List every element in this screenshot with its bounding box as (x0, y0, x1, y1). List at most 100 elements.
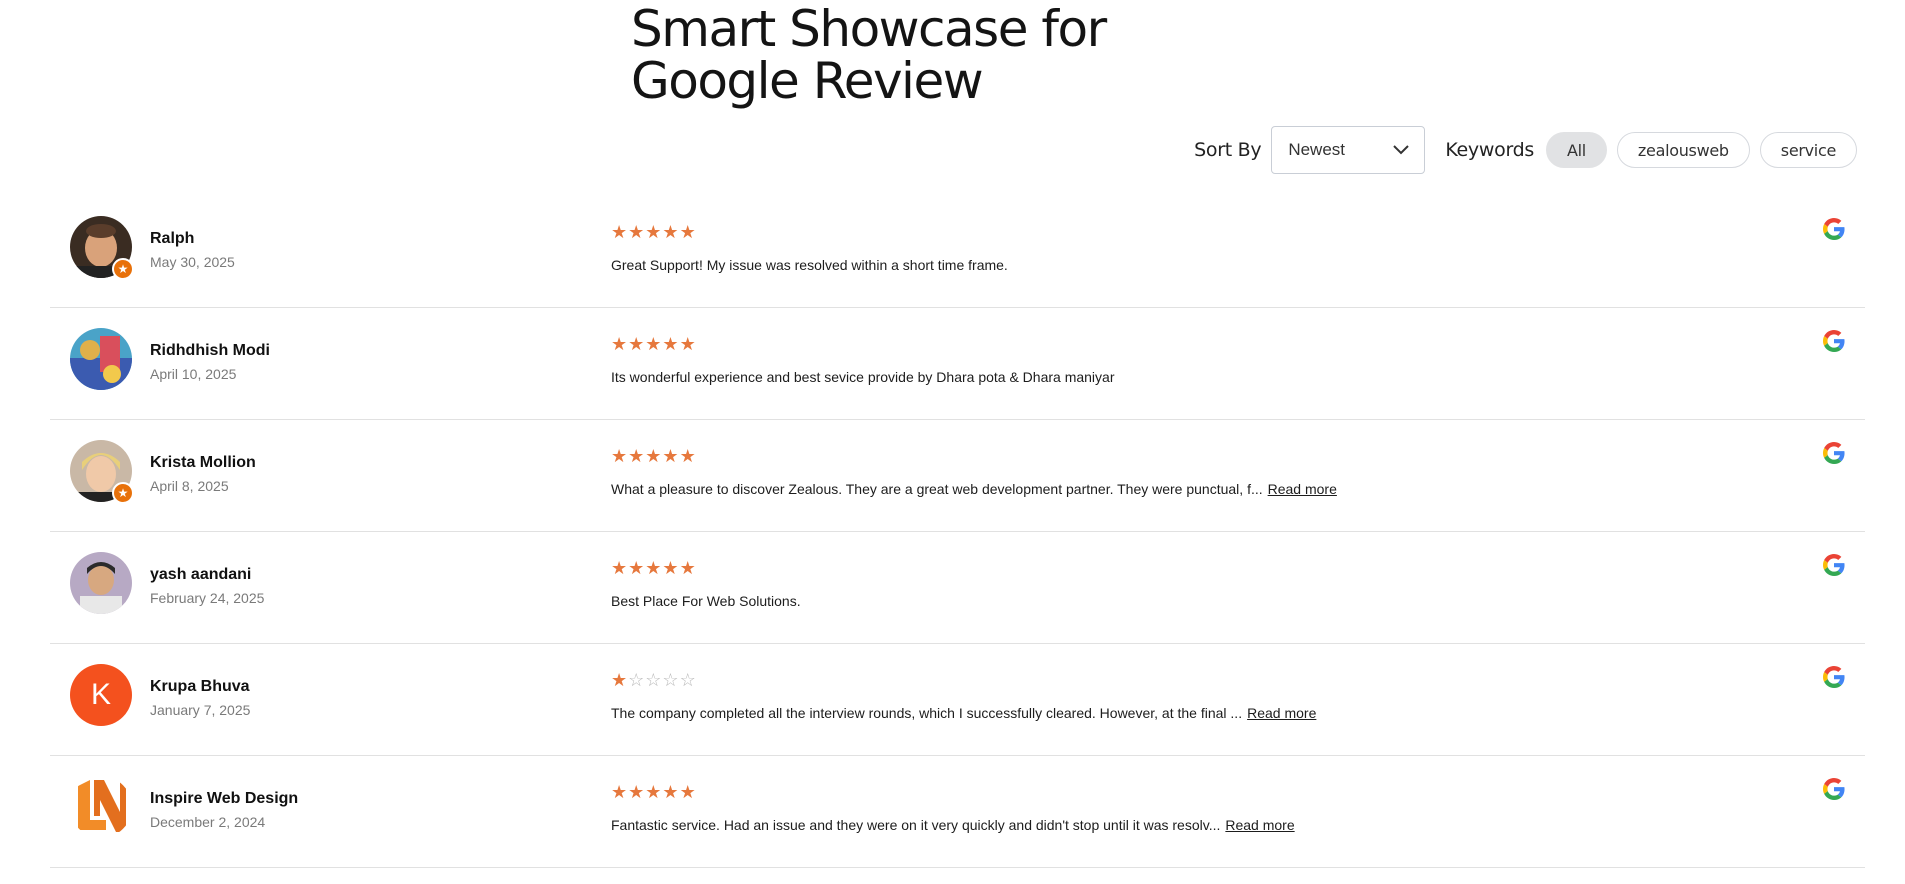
star-filled-icon: ★ (645, 782, 663, 802)
review-text: Its wonderful experience and best sevice… (611, 369, 1115, 385)
star-rating: ★★★★★ (611, 446, 697, 467)
review-date: February 24, 2025 (150, 590, 265, 606)
google-icon[interactable] (1823, 218, 1845, 240)
review-date: May 30, 2025 (150, 254, 235, 270)
star-filled-icon: ★ (662, 446, 680, 466)
sort-selected-value: Newest (1288, 140, 1346, 159)
star-filled-icon: ★ (662, 334, 680, 354)
star-filled-icon: ★ (645, 558, 663, 578)
star-filled-icon: ★ (628, 446, 646, 466)
read-more-link[interactable]: Read more (1225, 817, 1294, 833)
star-filled-icon: ★ (611, 334, 629, 354)
star-rating: ★★★★★ (611, 334, 697, 355)
local-guide-badge-icon: ★ (112, 258, 134, 280)
local-guide-badge-icon: ★ (112, 482, 134, 504)
star-rating: ★★★★★ (611, 558, 697, 579)
avatar (70, 328, 132, 390)
reviewer-name: yash aandani (150, 566, 252, 583)
sort-by-label: Sort By (1194, 139, 1262, 161)
review-item: ★ Krista Mollion April 8, 2025 ★★★★★ Wha… (50, 420, 1865, 532)
star-filled-icon: ★ (645, 334, 663, 354)
read-more-link[interactable]: Read more (1268, 481, 1337, 497)
star-filled-icon: ★ (628, 782, 646, 802)
review-item: Ridhdhish Modi April 10, 2025 ★★★★★ Its … (50, 308, 1865, 420)
review-text-content: Fantastic service. Had an issue and they… (611, 817, 1221, 833)
review-item: ★ Ralph May 30, 2025 ★★★★★ Great Support… (50, 196, 1865, 308)
review-text: Great Support! My issue was resolved wit… (611, 257, 1008, 273)
star-filled-icon: ★ (611, 222, 629, 242)
review-text: What a pleasure to discover Zealous. The… (611, 481, 1337, 497)
keywords-label: Keywords (1445, 139, 1534, 161)
star-filled-icon: ★ (611, 782, 629, 802)
star-filled-icon: ★ (662, 782, 680, 802)
page-title-line-2: Google Review (631, 52, 984, 110)
google-icon[interactable] (1823, 442, 1845, 464)
star-filled-icon: ★ (679, 222, 697, 242)
avatar-letter: K (70, 664, 132, 726)
star-filled-icon: ★ (628, 334, 646, 354)
review-text: The company completed all the interview … (611, 705, 1316, 721)
star-filled-icon: ★ (679, 782, 697, 802)
reviewer-name: Inspire Web Design (150, 790, 299, 807)
read-more-link[interactable]: Read more (1247, 705, 1316, 721)
google-icon[interactable] (1823, 666, 1845, 688)
star-empty-icon: ☆ (679, 670, 697, 690)
review-text-content: Its wonderful experience and best sevice… (611, 369, 1115, 385)
review-item: Inspire Web Design December 2, 2024 ★★★★… (50, 756, 1865, 868)
star-filled-icon: ★ (611, 446, 629, 466)
star-filled-icon: ★ (628, 558, 646, 578)
review-text-content: What a pleasure to discover Zealous. The… (611, 481, 1263, 497)
chevron-down-icon (1393, 145, 1410, 155)
filter-bar: Sort By Newest Keywords All zealousweb s… (1194, 126, 1857, 174)
star-filled-icon: ★ (611, 558, 629, 578)
star-rating: ★★★★★ (611, 222, 697, 243)
star-filled-icon: ★ (645, 446, 663, 466)
avatar-photo (70, 552, 132, 614)
reviewer-name: Krupa Bhuva (150, 678, 250, 695)
star-filled-icon: ★ (679, 334, 697, 354)
star-filled-icon: ★ (611, 670, 629, 690)
avatar (70, 552, 132, 614)
star-empty-icon: ☆ (662, 670, 680, 690)
avatar (70, 776, 132, 838)
avatar-photo (70, 328, 132, 390)
star-filled-icon: ★ (662, 222, 680, 242)
review-item: yash aandani February 24, 2025 ★★★★★ Bes… (50, 532, 1865, 644)
star-empty-icon: ☆ (628, 670, 646, 690)
page-title: Smart Showcase for Google Review (631, 0, 1107, 110)
review-text-content: Best Place For Web Solutions. (611, 593, 801, 609)
review-date: April 10, 2025 (150, 366, 237, 382)
reviewer-name: Ridhdhish Modi (150, 342, 270, 359)
google-icon[interactable] (1823, 554, 1845, 576)
chip-service[interactable]: service (1759, 132, 1857, 168)
star-empty-icon: ☆ (645, 670, 663, 690)
review-text: Fantastic service. Had an issue and they… (611, 817, 1295, 833)
avatar: K (70, 664, 132, 726)
review-item: K Krupa Bhuva January 7, 2025 ★☆☆☆☆ The … (50, 644, 1865, 756)
inspire-logo-icon (70, 776, 132, 838)
star-rating: ★★★★★ (611, 782, 697, 803)
reviewer-name: Krista Mollion (150, 454, 256, 471)
star-filled-icon: ★ (679, 558, 697, 578)
star-filled-icon: ★ (662, 558, 680, 578)
avatar: ★ (70, 440, 134, 504)
google-icon[interactable] (1823, 778, 1845, 800)
star-rating: ★☆☆☆☆ (611, 670, 697, 691)
star-filled-icon: ★ (645, 222, 663, 242)
reviewer-name: Ralph (150, 230, 195, 247)
review-text-content: Great Support! My issue was resolved wit… (611, 257, 1008, 273)
review-date: December 2, 2024 (150, 814, 266, 830)
sort-select[interactable]: Newest (1271, 126, 1426, 174)
page-title-line-1: Smart Showcase for (631, 0, 1107, 58)
review-list: ★ Ralph May 30, 2025 ★★★★★ Great Support… (50, 196, 1865, 868)
review-text: Best Place For Web Solutions. (611, 593, 801, 609)
review-date: April 8, 2025 (150, 478, 229, 494)
star-filled-icon: ★ (628, 222, 646, 242)
google-icon[interactable] (1823, 330, 1845, 352)
review-text-content: The company completed all the interview … (611, 705, 1243, 721)
star-filled-icon: ★ (679, 446, 697, 466)
keyword-chips: All zealousweb service (1545, 132, 1857, 168)
chip-all[interactable]: All (1545, 132, 1607, 168)
review-date: January 7, 2025 (150, 702, 251, 718)
chip-zealousweb[interactable]: zealousweb (1616, 132, 1750, 168)
